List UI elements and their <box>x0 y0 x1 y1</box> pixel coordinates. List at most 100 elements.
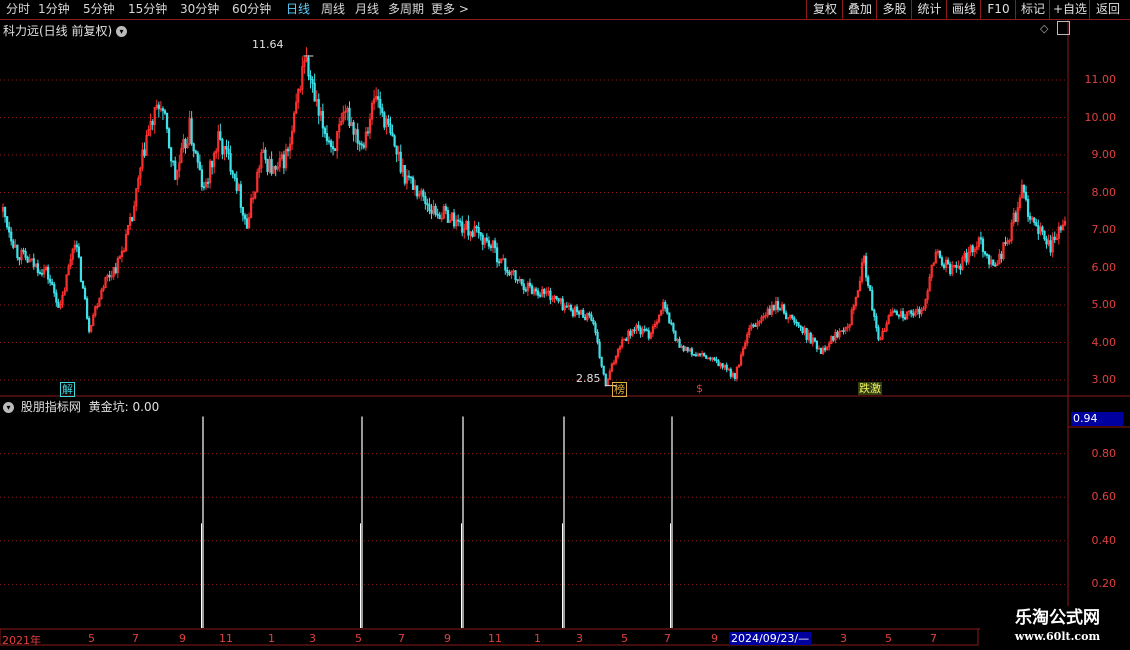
candle-body <box>274 166 277 170</box>
candle-body <box>832 336 835 341</box>
candle-body <box>1035 222 1038 227</box>
candle-body <box>561 298 564 311</box>
candle-body <box>409 176 413 179</box>
candle-body <box>918 308 921 315</box>
x-axis-cursor-date: 2024/09/23/— <box>729 632 812 645</box>
candle-body <box>170 147 173 162</box>
candle-body <box>682 345 685 351</box>
candle-body <box>18 257 21 261</box>
candle-body <box>356 129 359 144</box>
candle-body <box>286 148 290 152</box>
main-y-tick-label: 11.00 <box>1084 73 1117 86</box>
candle-body <box>668 312 671 324</box>
candle-body <box>416 185 419 197</box>
candle-body <box>981 238 985 252</box>
candle-body <box>797 322 800 327</box>
candle-body <box>489 245 493 248</box>
candle-body <box>514 270 517 281</box>
diamond-icon[interactable]: ◇ <box>1040 22 1048 35</box>
candle-body <box>670 322 673 325</box>
candle-body <box>79 256 83 282</box>
candle-body <box>231 170 234 175</box>
candle-body <box>10 231 13 242</box>
panel-toggle-icon[interactable] <box>1057 21 1070 35</box>
grid-lines <box>0 79 1068 585</box>
main-y-tick-label: 9.00 <box>1091 148 1117 161</box>
candle-body <box>799 325 802 328</box>
candlestick-series <box>1 47 1067 387</box>
candle-body <box>311 79 314 84</box>
candle-body <box>709 357 712 360</box>
candle-body <box>594 323 597 333</box>
price-chart[interactable] <box>0 0 1130 650</box>
candle-body <box>457 219 460 222</box>
candle-body <box>571 309 575 317</box>
candle-body <box>1053 236 1056 241</box>
stock-title: 科力远(日线 前复权) <box>3 24 113 38</box>
candle-body <box>161 108 165 112</box>
chevron-down-icon[interactable]: ▾ <box>3 402 14 413</box>
candle-body <box>901 311 905 318</box>
marker-jie[interactable]: 解 <box>60 382 75 397</box>
candle-body <box>6 216 9 228</box>
indicator-series <box>201 416 673 628</box>
candle-body <box>778 308 782 311</box>
candle-body <box>795 321 798 324</box>
candle-body <box>637 324 640 329</box>
candle-body <box>994 264 997 267</box>
candle-body <box>266 158 269 173</box>
candle-body <box>721 363 724 368</box>
candle-body <box>485 237 488 242</box>
candle-body <box>198 161 201 171</box>
candle-body <box>362 144 365 148</box>
indicator-source: 股朋指标网 <box>20 400 81 414</box>
candle-body <box>245 218 249 229</box>
candle-body <box>875 316 878 329</box>
candle-body <box>600 356 603 367</box>
candle-body <box>225 145 228 150</box>
candle-body <box>391 132 394 137</box>
candle-body <box>174 160 177 180</box>
candle-body <box>22 249 25 252</box>
candle-body <box>569 305 573 311</box>
marker-diejia[interactable]: 跌激 <box>858 382 882 395</box>
candle-body <box>895 311 898 316</box>
candle-body <box>801 326 804 333</box>
candle-body <box>1029 216 1032 220</box>
candle-body <box>955 264 958 268</box>
marker-dollar[interactable]: $ <box>695 382 704 395</box>
candle-body <box>692 353 696 356</box>
candle-body <box>903 317 907 320</box>
candle-body <box>8 226 11 233</box>
candle-body <box>504 258 507 271</box>
candle-body <box>49 278 52 283</box>
candle-body <box>575 306 579 313</box>
main-y-tick-label: 6.00 <box>1091 260 1117 274</box>
candle-body <box>194 150 197 154</box>
candle-body <box>475 226 478 229</box>
candle-body <box>360 143 363 146</box>
candle-body <box>592 319 595 325</box>
candle-body <box>444 206 447 211</box>
candle-body <box>190 118 193 145</box>
candle-body <box>520 278 523 285</box>
candle-body <box>81 281 85 289</box>
candle-body <box>221 139 224 155</box>
chevron-down-icon[interactable]: ▾ <box>116 26 128 37</box>
candle-body <box>602 365 605 375</box>
x-axis-tick-label: 9 <box>711 632 718 645</box>
candle-body <box>508 272 511 276</box>
candle-body <box>664 302 667 309</box>
candle-body <box>395 145 398 155</box>
candle-body <box>988 255 991 265</box>
candle-body <box>557 298 560 302</box>
candle-body <box>639 327 642 335</box>
candle-body <box>715 359 718 362</box>
candle-body <box>1022 184 1026 193</box>
indicator-panel-header: ▾ 股朋指标网 黄金坑: 0.00 <box>3 398 159 415</box>
candle-body <box>893 310 896 313</box>
candle-body <box>24 250 27 258</box>
candle-body <box>108 274 111 278</box>
marker-bang[interactable]: 榜 <box>612 382 627 397</box>
candle-body <box>165 112 169 130</box>
